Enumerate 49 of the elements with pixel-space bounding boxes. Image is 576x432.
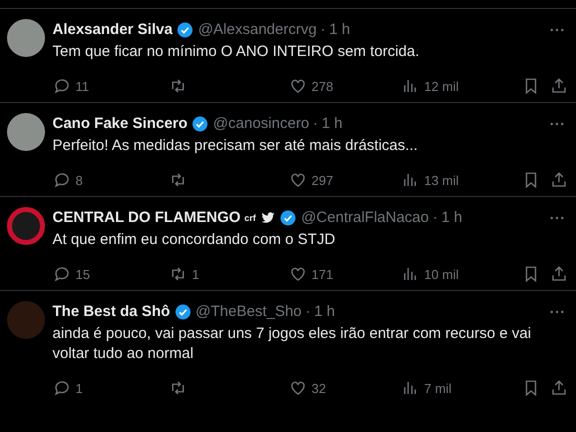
- repost-button[interactable]: 1: [169, 264, 289, 284]
- avatar-placeholder[interactable]: [7, 19, 45, 57]
- user-handle[interactable]: @Alexsandercrvg: [198, 19, 317, 42]
- avatar-placeholder[interactable]: [7, 113, 45, 151]
- user-handle[interactable]: @canosincero: [213, 113, 310, 136]
- views-button[interactable]: 12 mil: [401, 76, 522, 96]
- heart-icon: [288, 265, 307, 284]
- post-time[interactable]: 1 h: [314, 301, 336, 324]
- views-button[interactable]: 10 mil: [401, 264, 522, 284]
- reply-button[interactable]: 15: [52, 264, 170, 284]
- user-handle[interactable]: @TheBest_Sho: [196, 301, 302, 324]
- post-text: Perfeito! As medidas precisam ser até mais drásticas...: [52, 136, 419, 156]
- reply-icon: [52, 379, 70, 398]
- share-icon: [550, 171, 568, 190]
- like-button[interactable]: 171: [288, 264, 402, 284]
- separator-dot: ·: [305, 302, 310, 322]
- display-name[interactable]: Alexsander Silva: [52, 19, 173, 42]
- reply-button[interactable]: 11: [52, 76, 170, 96]
- reply-button[interactable]: 1: [52, 378, 170, 398]
- post-time[interactable]: 1 h: [322, 113, 343, 136]
- like-button[interactable]: 278: [288, 76, 402, 96]
- display-name[interactable]: The Best da Shô: [52, 301, 170, 324]
- share-icon: [550, 77, 568, 96]
- reply-icon: [52, 171, 70, 190]
- name-tag: crf: [244, 212, 256, 225]
- user-handle[interactable]: @CentralFlaNacao: [301, 207, 429, 230]
- like-button[interactable]: 32: [288, 378, 402, 398]
- reply-button[interactable]: 8: [52, 170, 170, 190]
- views-button[interactable]: 13 mil: [401, 170, 522, 190]
- display-name[interactable]: Cano Fake Sincero: [52, 113, 188, 136]
- display-name[interactable]: CENTRAL DO FLAMENGO: [52, 207, 241, 230]
- share-icon: [550, 265, 568, 284]
- post-time[interactable]: 1 h: [329, 19, 350, 42]
- heart-icon: [288, 77, 307, 96]
- separator-dot: ·: [432, 208, 438, 228]
- views-button[interactable]: 7 mil: [401, 378, 522, 398]
- separator-dot: ·: [312, 114, 318, 134]
- like-button[interactable]: 297: [288, 170, 402, 190]
- share-icon: [550, 379, 568, 398]
- post-text: At que enfim eu concordando com o STJD: [52, 230, 336, 250]
- heart-icon: [288, 379, 307, 398]
- post-text: Tem que ficar no mínimo O ANO INTEIRO sem torcida.: [52, 42, 420, 62]
- reply-icon: [52, 77, 70, 96]
- heart-icon: [288, 171, 307, 190]
- post-time[interactable]: 1 h: [441, 207, 462, 230]
- reply-icon: [52, 265, 70, 284]
- avatar-placeholder[interactable]: [7, 207, 45, 245]
- post-text: ainda é pouco, vai passar uns 7 jogos eles irão entrar com recurso e vai voltar tudo ao normal: [52, 324, 532, 364]
- separator-dot: ·: [320, 20, 326, 40]
